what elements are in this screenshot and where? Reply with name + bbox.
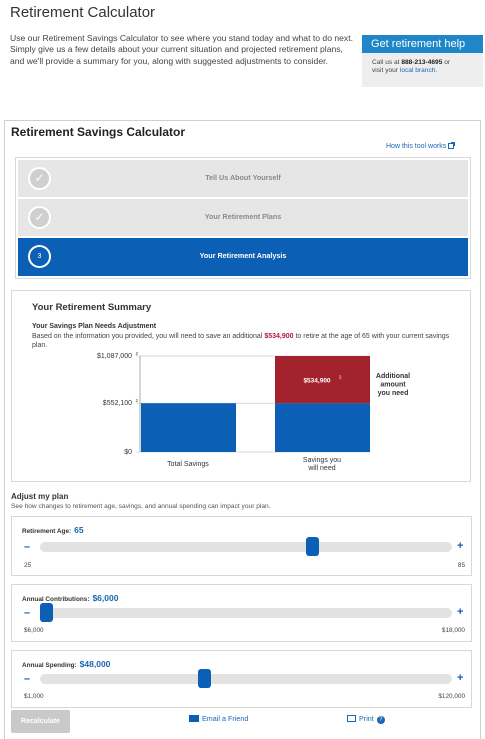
calculator-panel: Retirement Savings Calculator How this t… — [4, 120, 481, 739]
step-retirement-plans[interactable]: ✓ Your Retirement Plans — [18, 199, 468, 236]
help-panel-title: Get retirement help — [362, 35, 483, 53]
step-retirement-analysis[interactable]: 3 Your Retirement Analysis — [18, 238, 468, 276]
help-panel-text: Call us at 888-213-4695 or visit your lo… — [362, 53, 483, 75]
y-tick-footnote: 2 — [135, 398, 138, 403]
slider-value: $48,000 — [79, 659, 111, 669]
recalculate-button[interactable]: Recalculate — [11, 710, 70, 733]
help-icon[interactable]: ? — [376, 716, 385, 724]
x-label-savings-needed: will need — [307, 465, 335, 472]
retirement-age-slider: Retirement Age: 65 – + 25 85 — [11, 516, 472, 576]
step-progress: ✓ Tell Us About Yourself ✓ Your Retireme… — [15, 157, 471, 279]
adjust-plan-header: Adjust my plan See how changes to retire… — [11, 492, 271, 510]
email-friend-label: Email a Friend — [202, 714, 249, 723]
slider-max: 85 — [457, 562, 465, 569]
slider-label-text: Annual Spending: — [22, 662, 77, 669]
intro-text: Use our Retirement Savings Calculator to… — [10, 33, 353, 66]
how-tool-works-label: How this tool works — [386, 143, 447, 150]
increase-button[interactable]: + — [457, 540, 463, 552]
call-suffix: or — [442, 59, 451, 66]
slider-label: Annual Spending: $48,000 — [22, 659, 110, 669]
x-label-total-savings: Total Savings — [167, 461, 209, 468]
slider-min: $1,000 — [24, 693, 44, 700]
chart-annotation: amount — [380, 382, 406, 389]
slider-track[interactable] — [40, 542, 452, 552]
local-branch-link[interactable]: local branch — [400, 67, 436, 74]
slider-min: 25 — [24, 562, 32, 569]
slider-label-text: Annual Contributions: — [22, 596, 90, 603]
envelope-icon — [189, 715, 199, 722]
external-link-icon — [448, 142, 456, 149]
phone-number[interactable]: 888-213-4695 — [401, 59, 442, 66]
slider-max: $18,000 — [441, 627, 465, 634]
slider-track[interactable] — [40, 608, 452, 618]
slider-value: $6,000 — [92, 593, 119, 603]
slider-handle[interactable] — [306, 537, 320, 556]
annual-spending-slider: Annual Spending: $48,000 – + $1,000 $120,… — [11, 650, 472, 708]
x-label-savings-needed: Savings you — [303, 457, 341, 464]
help-panel: Get retirement help Call us at 888-213-4… — [362, 35, 483, 87]
slider-track[interactable] — [40, 674, 452, 684]
step-label: Tell Us About Yourself — [205, 173, 281, 182]
printer-icon — [347, 715, 356, 722]
how-tool-works-link[interactable]: How this tool works — [386, 142, 456, 150]
y-tick-footnote: 2 — [135, 351, 138, 356]
y-tick-label: $0 — [124, 449, 132, 456]
adjust-plan-subtitle: See how changes to retirement age, savin… — [11, 503, 271, 510]
slider-label: Annual Contributions: $6,000 — [22, 593, 118, 603]
bar-savings — [275, 403, 370, 452]
page-title: Retirement Calculator — [10, 4, 156, 21]
visit-prefix: visit your — [372, 67, 400, 74]
adjust-plan-title: Adjust my plan — [11, 492, 69, 501]
decrease-button[interactable]: – — [24, 607, 30, 619]
slider-value: 65 — [74, 525, 84, 535]
slider-label-text: Retirement Age: — [22, 528, 72, 535]
increase-button[interactable]: + — [457, 606, 463, 618]
y-tick-label: $1,087,000 — [97, 353, 132, 360]
retirement-summary: Your Retirement Summary Your Savings Pla… — [11, 290, 471, 482]
print-label: Print — [359, 714, 374, 723]
chart-annotation: Additional — [376, 373, 410, 380]
increase-button[interactable]: + — [457, 672, 463, 684]
chart-annotation: you need — [378, 390, 409, 397]
step-tell-us[interactable]: ✓ Tell Us About Yourself — [18, 160, 468, 197]
slider-handle[interactable] — [197, 669, 211, 688]
annual-contributions-slider: Annual Contributions: $6,000 – + $6,000 $… — [11, 584, 472, 642]
print-link[interactable]: Print? — [347, 714, 385, 724]
slider-min: $6,000 — [24, 627, 44, 634]
bar-savings — [141, 403, 236, 452]
email-friend-link[interactable]: Email a Friend — [189, 714, 248, 723]
slider-label: Retirement Age: 65 — [22, 525, 84, 535]
visit-suffix: . — [435, 67, 438, 74]
decrease-button[interactable]: – — [24, 541, 30, 553]
slider-handle[interactable] — [40, 603, 53, 622]
bar-value-label: $534,900 — [303, 378, 330, 385]
slider-max: $120,000 — [438, 693, 465, 700]
calculator-title: Retirement Savings Calculator — [11, 125, 186, 139]
decrease-button[interactable]: – — [24, 673, 30, 685]
y-tick-label: $552,100 — [103, 400, 132, 407]
step-label: Your Retirement Analysis — [199, 251, 287, 260]
call-prefix: Call us at — [372, 59, 402, 66]
step-label: Your Retirement Plans — [204, 212, 282, 221]
savings-chart: $0$552,100 2$1,087,000 2$534,9002 Additiona… — [97, 351, 410, 472]
